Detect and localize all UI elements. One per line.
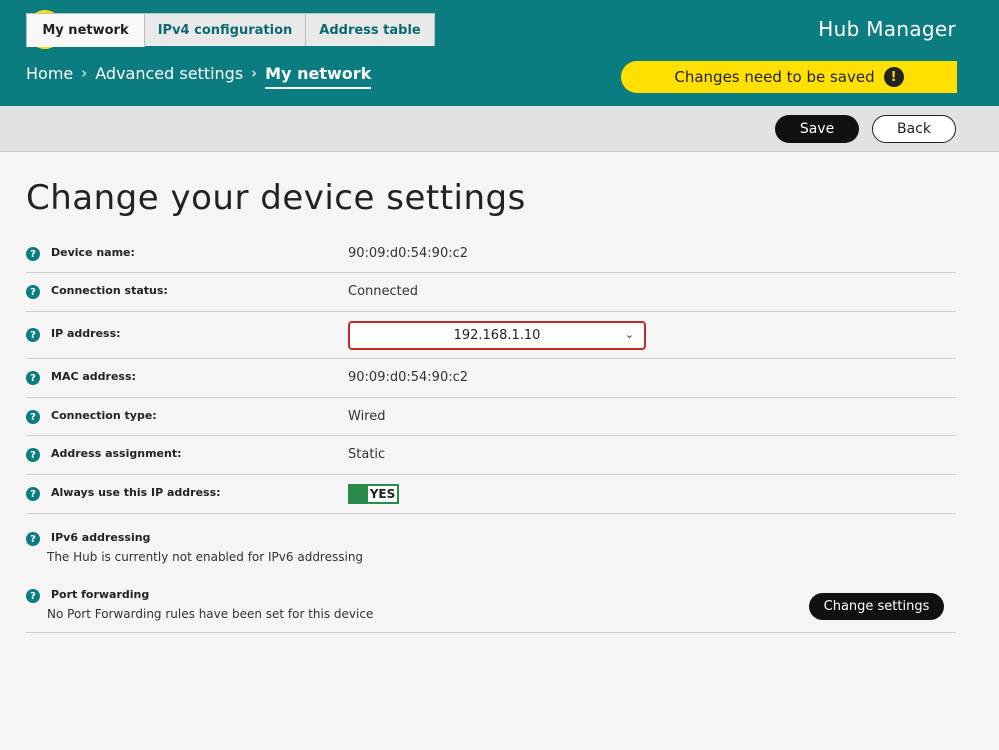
toggle-label: YES: [369, 487, 396, 501]
mac-address-row: ? MAC address: 90:09:d0:54:90:c2: [26, 359, 956, 398]
connection-type-label: Connection type:: [51, 409, 157, 422]
always-use-ip-toggle[interactable]: YES: [348, 484, 399, 504]
connection-type-row: ? Connection type: Wired: [26, 398, 956, 436]
unsaved-changes-banner: Changes need to be saved !: [621, 61, 957, 93]
help-icon[interactable]: ?: [26, 487, 40, 501]
port-forwarding-row: ? Port forwarding No Port Forwarding rul…: [26, 571, 956, 633]
always-use-ip-label: Always use this IP address:: [51, 486, 221, 499]
ip-address-label: IP address:: [51, 327, 121, 340]
device-name-label: Device name:: [51, 246, 135, 259]
breadcrumb-home-link[interactable]: Home: [26, 64, 73, 83]
save-button[interactable]: Save: [775, 115, 859, 143]
help-icon[interactable]: ?: [26, 410, 40, 424]
port-forwarding-label: Port forwarding: [51, 588, 150, 601]
connection-type-value: Wired: [348, 409, 386, 424]
breadcrumb: Home › Advanced settings › My network: [26, 64, 372, 89]
mac-address-value: 90:09:d0:54:90:c2: [348, 370, 469, 385]
help-icon[interactable]: ?: [26, 532, 40, 546]
app-title: Hub Manager: [818, 17, 956, 41]
change-settings-button[interactable]: Change settings: [809, 593, 944, 620]
help-icon[interactable]: ?: [26, 371, 40, 385]
warning-icon: !: [883, 67, 904, 87]
tab-address-table[interactable]: Address table: [305, 13, 435, 46]
ipv6-addressing-description: The Hub is currently not enabled for IPv…: [47, 550, 364, 564]
address-assignment-value: Static: [348, 447, 386, 462]
connection-status-row: ? Connection status: Connected: [26, 273, 956, 312]
breadcrumb-separator-icon: ›: [81, 64, 88, 82]
help-icon[interactable]: ?: [26, 247, 40, 261]
ip-address-select-value: 192.168.1.10: [453, 328, 541, 343]
ip-address-select[interactable]: 192.168.1.10 ⌄: [348, 321, 646, 350]
ipv6-addressing-row: ? IPv6 addressing The Hub is currently n…: [26, 514, 956, 571]
device-name-value: 90:09:d0:54:90:c2: [348, 246, 469, 261]
mac-address-label: MAC address:: [51, 370, 136, 383]
ip-address-row: ? IP address: 192.168.1.10 ⌄: [26, 312, 956, 359]
page-title: Change your device settings: [26, 178, 526, 218]
toggle-knob: [350, 486, 368, 502]
connection-status-label: Connection status:: [51, 284, 168, 297]
breadcrumb-current: My network: [265, 64, 372, 89]
address-assignment-row: ? Address assignment: Static: [26, 436, 956, 475]
always-use-ip-row: ? Always use this IP address: YES: [26, 475, 956, 514]
tab-ipv4-configuration[interactable]: IPv4 configuration: [144, 13, 306, 46]
help-icon[interactable]: ?: [26, 328, 40, 342]
port-forwarding-description: No Port Forwarding rules have been set f…: [47, 607, 374, 621]
unsaved-changes-text: Changes need to be saved: [674, 68, 875, 86]
ipv6-addressing-label: IPv6 addressing: [51, 531, 151, 544]
chevron-down-icon: ⌄: [624, 328, 634, 341]
address-assignment-label: Address assignment:: [51, 447, 182, 460]
device-name-row: ? Device name: 90:09:d0:54:90:c2: [26, 235, 956, 273]
breadcrumb-separator-icon: ›: [251, 64, 258, 82]
help-icon[interactable]: ?: [26, 285, 40, 299]
breadcrumb-advanced-settings-link[interactable]: Advanced settings: [95, 64, 243, 83]
connection-status-value: Connected: [348, 284, 419, 299]
tab-my-network[interactable]: My network: [26, 13, 145, 47]
help-icon[interactable]: ?: [26, 448, 40, 462]
help-icon[interactable]: ?: [26, 589, 40, 603]
back-button[interactable]: Back: [872, 115, 956, 143]
